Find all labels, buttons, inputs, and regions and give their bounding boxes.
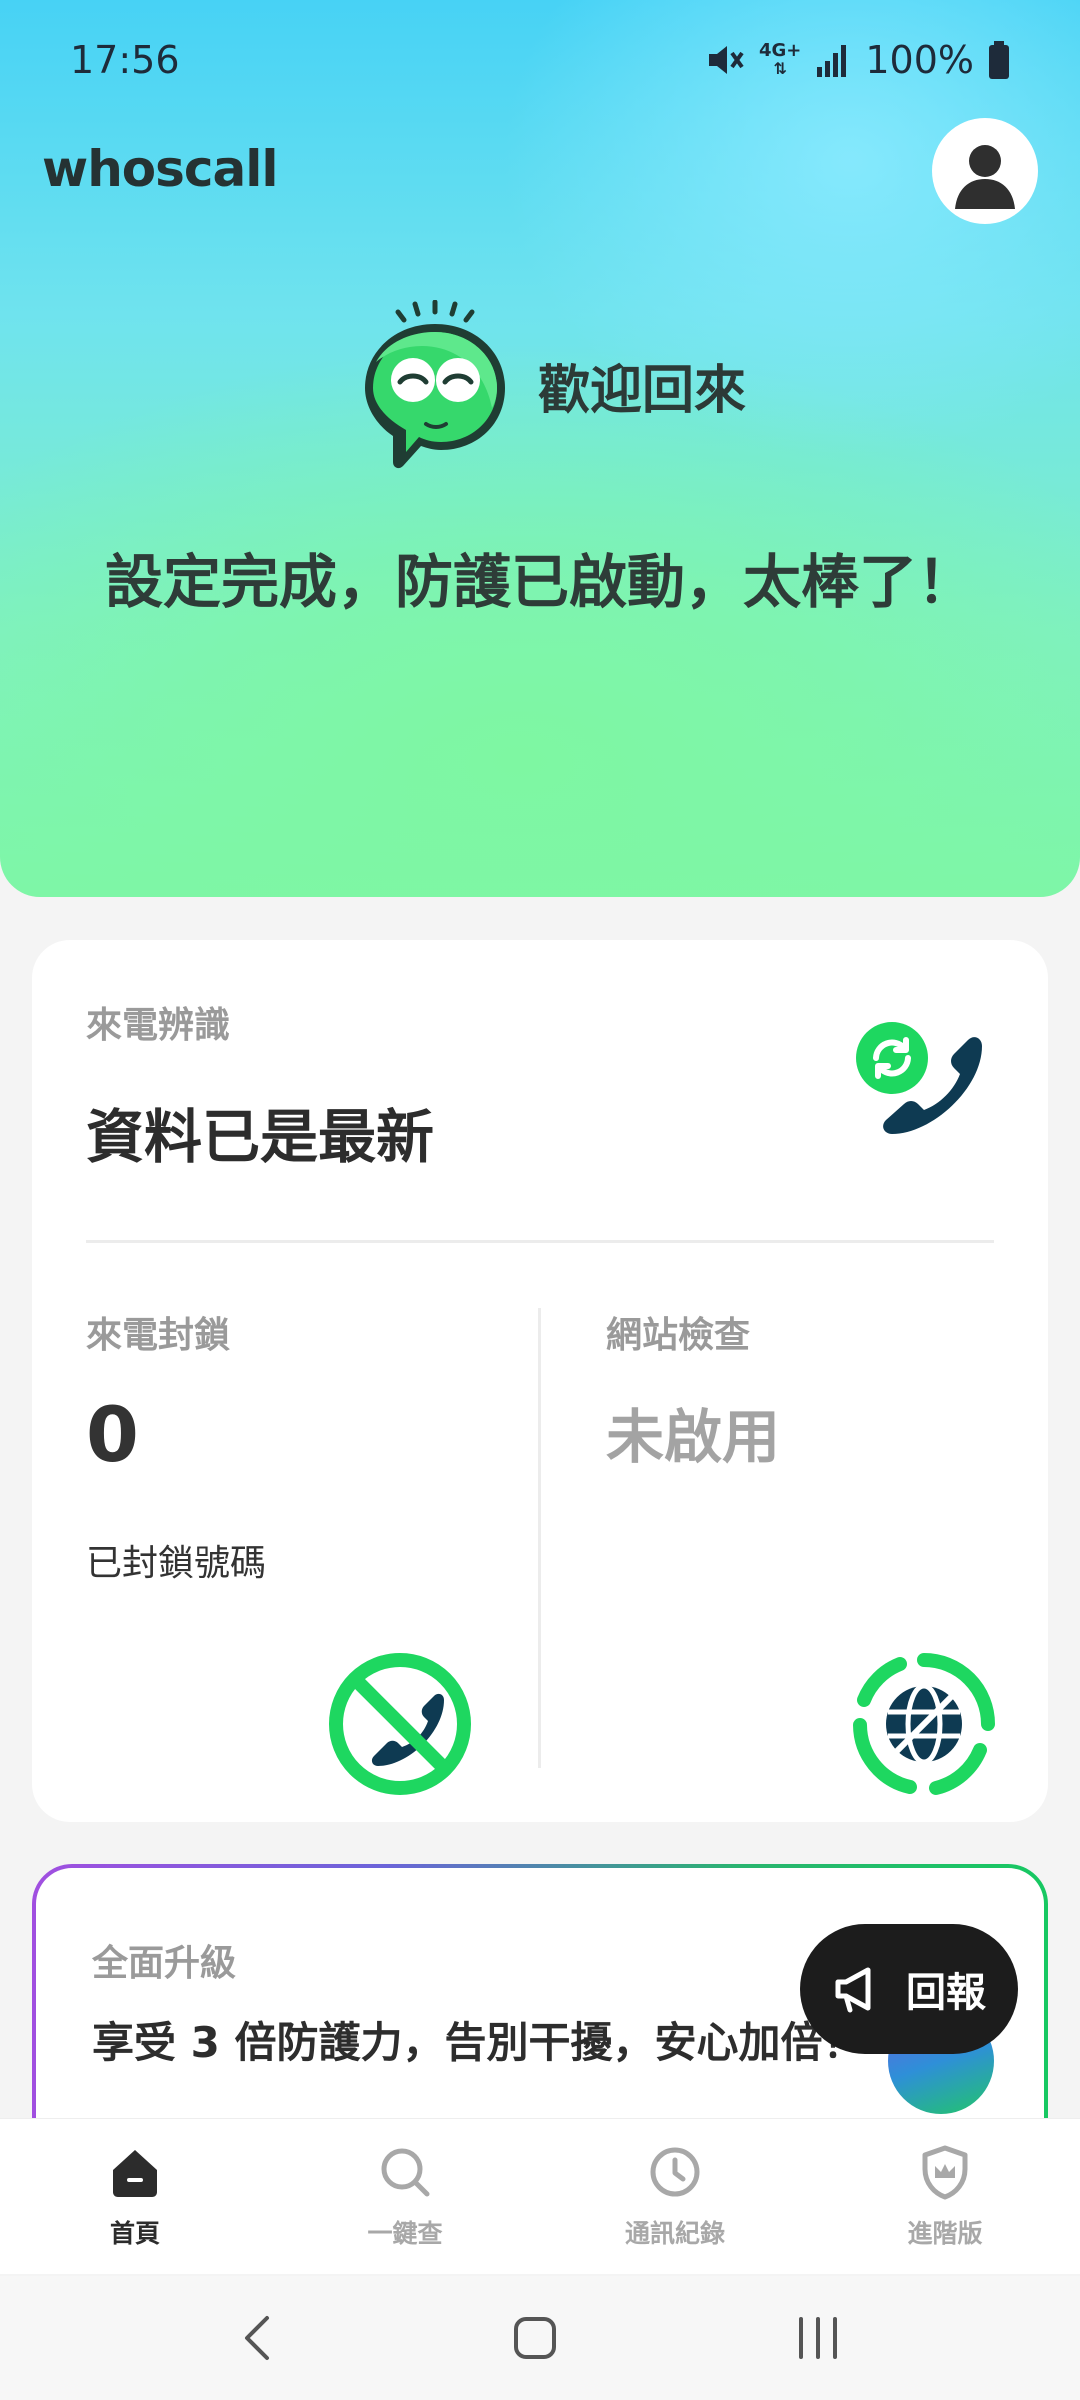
nav-premium[interactable]: 進階版 — [810, 2144, 1080, 2250]
caller-id-status: 資料已是最新 — [86, 1103, 435, 1171]
network-icon: 4G+ ⇅ — [758, 40, 802, 78]
hero-header: 17:56 4G+ ⇅ 100% whoscall 歡迎回來 設定完成，防護已啟… — [0, 0, 1080, 897]
call-block-section[interactable]: 來電封鎖 0 已封鎖號碼 — [32, 1250, 536, 1810]
nav-home[interactable]: 首頁 — [0, 2144, 270, 2250]
status-time: 17:56 — [70, 38, 180, 82]
welcome-row: 歡迎回來 — [360, 300, 746, 470]
nav-label: 首頁 — [109, 2218, 160, 2248]
blocked-count: 0 — [86, 1390, 139, 1479]
clock-icon — [650, 2147, 700, 2196]
protection-status-card: 來電辨識 資料已是最新 來電封鎖 0 已封鎖號碼 網站檢查 未啟用 — [32, 940, 1048, 1822]
nav-label: 通訊紀錄 — [624, 2218, 725, 2248]
recents-icon[interactable] — [793, 2315, 843, 2361]
blocked-caption: 已封鎖號碼 — [86, 1543, 267, 1584]
nav-search[interactable]: 一鍵查 — [270, 2144, 540, 2250]
brand-logo: whoscall — [42, 140, 279, 198]
report-button[interactable]: 回報 — [800, 1924, 1018, 2054]
bottom-nav: 首頁 一鍵查 通訊紀錄 進階版 — [0, 2118, 1080, 2274]
profile-avatar-button[interactable] — [932, 118, 1038, 224]
search-icon — [381, 2148, 430, 2196]
phone-sync-icon[interactable] — [854, 1020, 988, 1146]
home-icon — [113, 2149, 157, 2197]
shield-crown-icon — [922, 2145, 968, 2199]
user-icon — [955, 145, 1015, 209]
back-icon[interactable] — [237, 2313, 277, 2363]
nav-label: 進階版 — [907, 2218, 983, 2248]
upgrade-label: 全面升級 — [92, 1943, 237, 1984]
divider — [538, 1308, 541, 1768]
web-check-label: 網站檢查 — [606, 1315, 751, 1356]
home-button-icon[interactable] — [512, 2315, 558, 2361]
caller-id-label: 來電辨識 — [86, 1005, 231, 1046]
battery-text: 100% — [865, 38, 974, 82]
welcome-text: 歡迎回來 — [538, 360, 747, 421]
nav-call-log[interactable]: 通訊紀錄 — [540, 2144, 810, 2250]
mascot-icon — [365, 300, 505, 469]
web-check-status: 未啟用 — [606, 1403, 781, 1471]
mute-icon — [705, 40, 745, 80]
call-block-label: 來電封鎖 — [86, 1315, 231, 1356]
nav-label: 一鍵查 — [367, 2218, 443, 2248]
battery-icon — [988, 41, 1010, 79]
call-block-icon — [329, 1653, 471, 1795]
system-nav-bar — [0, 2276, 1080, 2400]
divider — [86, 1240, 994, 1243]
hero-title: 設定完成，防護已啟動，太棒了！ — [104, 548, 975, 616]
globe-shield-icon — [853, 1653, 995, 1795]
signal-icon — [815, 43, 851, 77]
upgrade-text: 享受 3 倍防護力，告別干擾，安心加倍！ — [92, 2018, 865, 2067]
web-check-section[interactable]: 網站檢查 未啟用 — [542, 1250, 1048, 1810]
network-label: 4G+ — [758, 40, 802, 61]
report-label: 回報 — [906, 1970, 986, 2016]
status-bar: 17:56 4G+ ⇅ 100% — [0, 0, 1080, 120]
megaphone-icon — [835, 1967, 871, 2013]
status-icons: 4G+ ⇅ 100% — [705, 38, 1010, 82]
